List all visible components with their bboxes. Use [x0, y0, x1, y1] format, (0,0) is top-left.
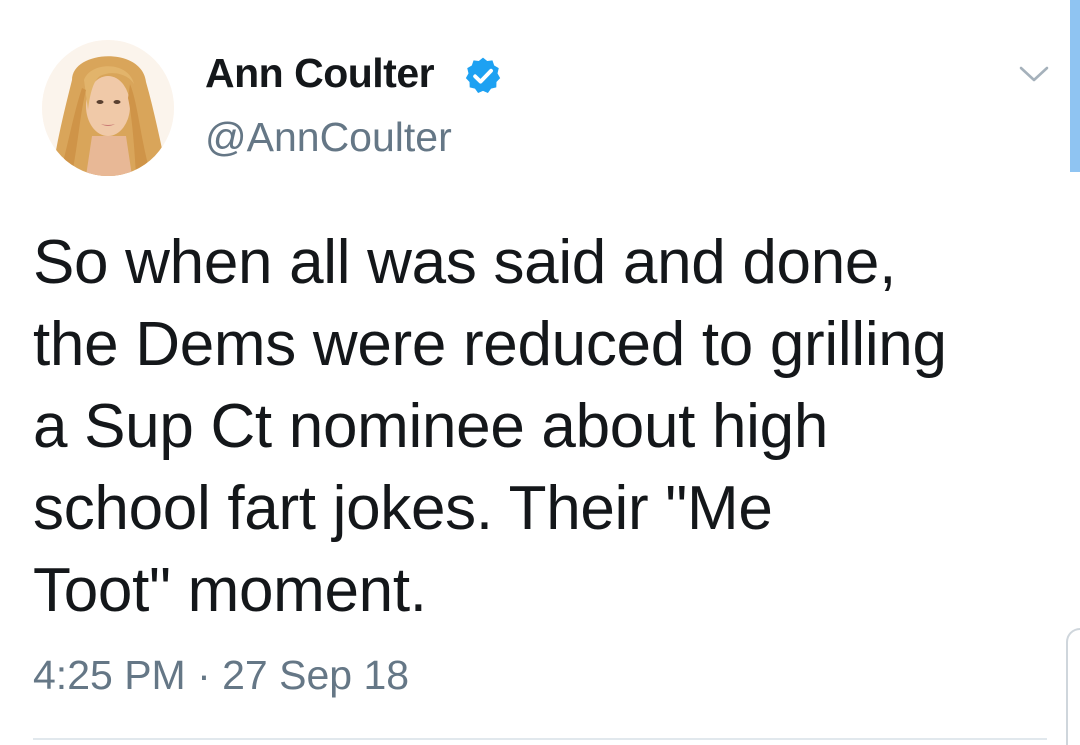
chevron-down-icon[interactable]	[1017, 62, 1051, 86]
avatar-image	[42, 40, 174, 176]
scrollbar-thumb[interactable]	[1070, 0, 1080, 172]
side-panel-edge	[1066, 628, 1080, 745]
verified-badge-icon	[465, 57, 501, 93]
tweet-timestamp[interactable]: 4:25 PM · 27 Sep 18	[33, 652, 409, 699]
author-name[interactable]: Ann Coulter	[205, 50, 435, 97]
divider	[33, 738, 1047, 740]
tweet-card: Ann Coulter @AnnCoulter So when all was …	[0, 0, 1080, 745]
avatar[interactable]	[42, 40, 174, 176]
author-handle[interactable]: @AnnCoulter	[205, 114, 452, 161]
tweet-text: So when all was said and done, the Dems …	[33, 228, 947, 625]
